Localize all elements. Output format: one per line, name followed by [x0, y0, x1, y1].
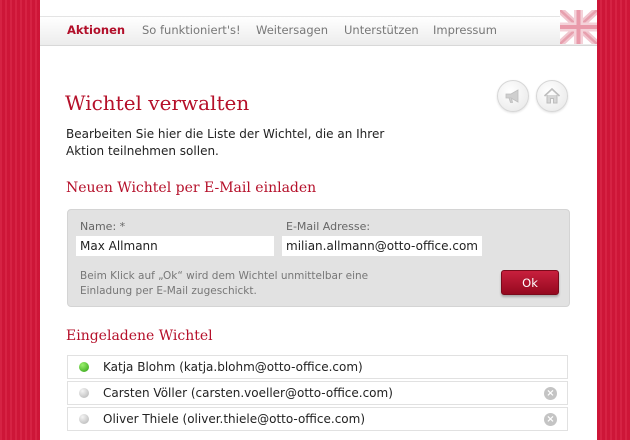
remove-icon[interactable]: × — [544, 413, 557, 426]
page-title: Wichtel verwalten — [65, 91, 250, 115]
email-input[interactable]: milian.allmann@otto-office.com — [282, 236, 482, 256]
invitee-row: Oliver Thiele (oliver.thiele@otto-office… — [67, 407, 568, 431]
nav-item-so-funktionierts[interactable]: So funktioniert's! — [142, 23, 241, 37]
nav-item-unterstuetzen[interactable]: Unterstützen — [344, 23, 419, 37]
nav-item-impressum[interactable]: Impressum — [433, 23, 497, 37]
invited-heading: Eingeladene Wichtel — [66, 328, 213, 344]
ok-button[interactable]: Ok — [501, 270, 559, 295]
invitee-row: Carsten Völler (carsten.voeller@otto-off… — [67, 381, 568, 405]
invite-heading: Neuen Wichtel per E-Mail einladen — [66, 180, 317, 196]
name-label: Name: * — [80, 220, 126, 233]
invite-form: Name: * E-Mail Adresse: Max Allmann mili… — [67, 209, 570, 307]
uk-flag-icon[interactable] — [560, 10, 597, 44]
remove-icon[interactable]: × — [544, 387, 557, 400]
name-input[interactable]: Max Allmann — [76, 236, 274, 256]
email-label: E-Mail Adresse: — [286, 220, 371, 233]
invitee-text: Oliver Thiele (oliver.thiele@otto-office… — [103, 412, 366, 426]
status-accepted-icon — [79, 362, 89, 372]
megaphone-icon — [505, 89, 519, 103]
status-pending-icon — [79, 414, 89, 424]
announce-button[interactable] — [497, 80, 529, 112]
content-panel: Aktionen So funktioniert's! Weitersagen … — [40, 0, 597, 440]
home-button[interactable] — [536, 80, 568, 112]
status-pending-icon — [79, 388, 89, 398]
nav-item-aktionen[interactable]: Aktionen — [67, 23, 125, 37]
intro-text: Bearbeiten Sie hier die Liste der Wichte… — [66, 127, 385, 158]
invitee-text: Carsten Völler (carsten.voeller@otto-off… — [103, 386, 393, 400]
nav-item-weitersagen[interactable]: Weitersagen — [256, 23, 328, 37]
top-navigation: Aktionen So funktioniert's! Weitersagen … — [40, 16, 597, 46]
invitee-text: Katja Blohm (katja.blohm@otto-office.com… — [103, 360, 363, 374]
invite-hint: Beim Klick auf „Ok“ wird dem Wichtel unm… — [80, 270, 369, 297]
invitee-row: Katja Blohm (katja.blohm@otto-office.com… — [67, 355, 568, 379]
home-icon — [543, 87, 561, 104]
